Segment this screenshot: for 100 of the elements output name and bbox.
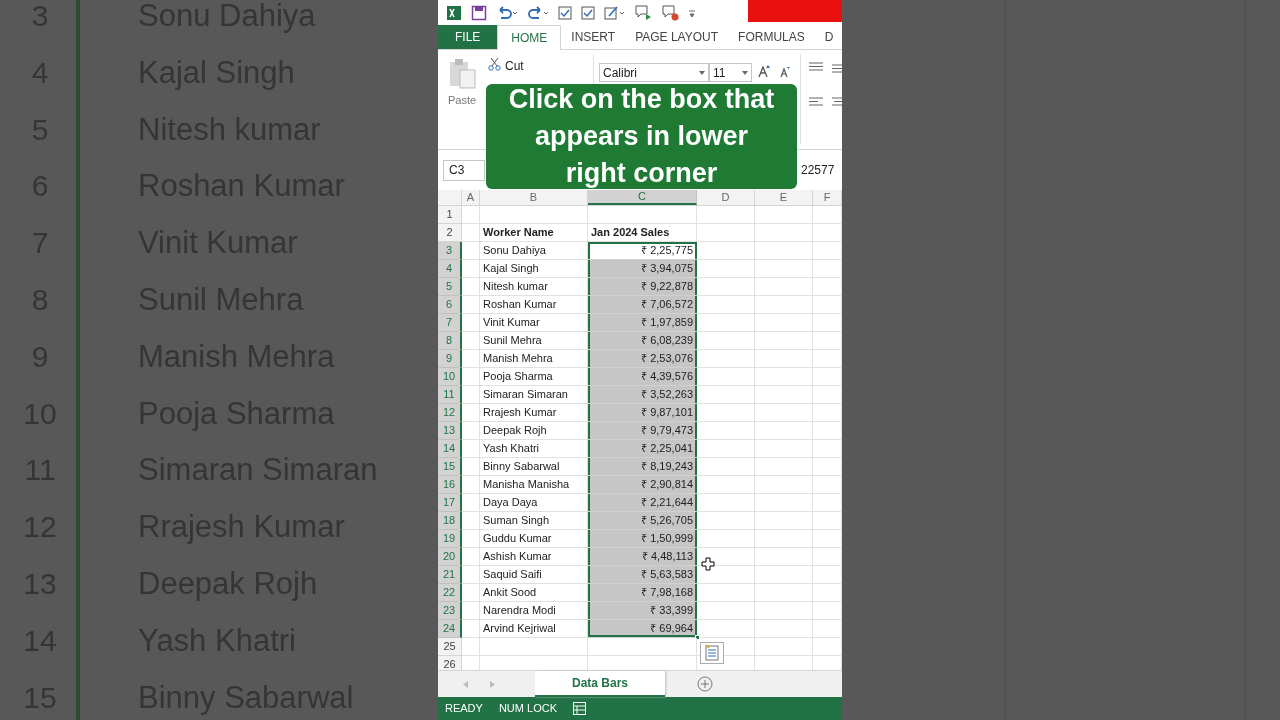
empty-cell xyxy=(813,476,842,494)
row-header[interactable]: 14 xyxy=(438,440,462,458)
ribbon-tab[interactable]: INSERT xyxy=(561,24,626,49)
empty-cell xyxy=(813,512,842,530)
checkbox-icon[interactable] xyxy=(581,5,595,20)
excel-logo-icon[interactable] xyxy=(446,4,462,21)
align-center-icon[interactable] xyxy=(832,97,842,106)
empty-cell xyxy=(755,602,813,620)
form-edit-icon[interactable] xyxy=(604,5,626,20)
row-header[interactable]: 18 xyxy=(438,512,462,530)
scissors-icon[interactable] xyxy=(488,57,501,71)
comment-play-icon[interactable] xyxy=(635,4,653,21)
empty-cell xyxy=(755,548,813,566)
empty-cell xyxy=(813,422,842,440)
fill-handle[interactable] xyxy=(695,635,700,640)
row-header[interactable]: 16 xyxy=(438,476,462,494)
empty-cell xyxy=(813,386,842,404)
column-header[interactable]: F xyxy=(813,190,842,205)
ribbon-tab[interactable]: D xyxy=(814,24,842,49)
add-sheet-icon[interactable] xyxy=(697,676,714,692)
row-header[interactable]: 6 xyxy=(438,296,462,314)
column-header[interactable]: E xyxy=(755,190,813,205)
table-cell: ₹ 1,50,999 xyxy=(588,530,697,548)
align-left-icon[interactable] xyxy=(809,97,823,106)
row-header[interactable]: 19 xyxy=(438,530,462,548)
empty-cell xyxy=(755,422,813,440)
row-header[interactable]: 5 xyxy=(438,278,462,296)
empty-cell xyxy=(755,314,813,332)
row-header[interactable]: 4 xyxy=(438,260,462,278)
empty-cell xyxy=(813,548,842,566)
status-text: NUM LOCK xyxy=(498,701,557,717)
row-header[interactable]: 12 xyxy=(438,404,462,422)
align-middle-icon[interactable] xyxy=(832,64,842,73)
redo-icon[interactable] xyxy=(527,5,549,20)
row-header[interactable]: 15 xyxy=(438,458,462,476)
comment-delete-icon[interactable] xyxy=(662,4,680,21)
empty-cell xyxy=(813,368,842,386)
table-cell: ₹ 8,19,243 xyxy=(588,458,697,476)
empty-cell xyxy=(755,368,813,386)
empty-cell xyxy=(813,638,842,656)
table-cell: ₹ 2,90,814 xyxy=(588,476,697,494)
column-header[interactable]: A xyxy=(462,190,480,205)
shrink-font-icon[interactable] xyxy=(780,66,791,78)
empty-cell xyxy=(755,530,813,548)
column-header[interactable]: D xyxy=(697,190,755,205)
save-icon[interactable] xyxy=(471,4,487,21)
row-header[interactable]: 8 xyxy=(438,332,462,350)
empty-cell xyxy=(813,278,842,296)
dropdown-icon xyxy=(742,70,748,75)
align-top-icon[interactable] xyxy=(809,62,823,71)
empty-cell xyxy=(755,332,813,350)
customize-menu-icon[interactable] xyxy=(689,7,695,18)
column-header[interactable]: C xyxy=(588,190,697,205)
sheet-view-icon[interactable] xyxy=(572,702,586,715)
empty-cell xyxy=(755,512,813,530)
empty-cell xyxy=(697,206,755,224)
row-header[interactable]: 2 xyxy=(438,224,462,242)
empty-cell xyxy=(755,224,813,242)
cut-label[interactable]: Cut xyxy=(505,57,524,75)
table-cell: ₹ 9,22,878 xyxy=(588,278,697,296)
empty-cell xyxy=(813,440,842,458)
table-cell: ₹ 3,94,075 xyxy=(588,260,697,278)
empty-cell xyxy=(755,404,813,422)
empty-cell xyxy=(755,206,813,224)
paste-label[interactable]: Paste xyxy=(448,92,477,109)
ribbon-tab[interactable]: HOME xyxy=(497,25,562,50)
row-header[interactable]: 25 xyxy=(438,638,462,656)
file-tab[interactable]: FILE xyxy=(438,24,498,49)
row-header[interactable]: 20 xyxy=(438,548,462,566)
empty-cell xyxy=(813,530,842,548)
undo-icon[interactable] xyxy=(496,5,518,20)
font-size-field[interactable]: 11 xyxy=(709,63,752,82)
empty-cell xyxy=(813,260,842,278)
empty-cell xyxy=(755,242,813,260)
formula-field[interactable]: 22577 xyxy=(801,159,837,181)
ribbon-tab[interactable]: PAGE LAYOUT xyxy=(625,24,729,49)
sheet-tab[interactable]: Data Bars xyxy=(535,671,666,697)
empty-cell xyxy=(813,494,842,512)
row-header[interactable]: 1 xyxy=(438,206,462,224)
row-header[interactable]: 3 xyxy=(438,242,462,260)
row-header[interactable]: 23 xyxy=(438,602,462,620)
row-header[interactable]: 10 xyxy=(438,368,462,386)
row-header[interactable]: 22 xyxy=(438,584,462,602)
checkbox-icon[interactable] xyxy=(558,5,572,20)
row-header[interactable]: 13 xyxy=(438,422,462,440)
row-header[interactable]: 11 xyxy=(438,386,462,404)
font-name-field[interactable]: Calibri xyxy=(599,63,709,82)
row-header[interactable]: 21 xyxy=(438,566,462,584)
ribbon-tab[interactable]: FORMULAS xyxy=(728,24,815,49)
row-header[interactable]: 9 xyxy=(438,350,462,368)
empty-cell xyxy=(813,602,842,620)
cursor-icon xyxy=(701,557,715,571)
name-box[interactable]: C3 xyxy=(443,159,485,181)
grow-font-icon[interactable] xyxy=(758,64,771,78)
row-header[interactable]: 7 xyxy=(438,314,462,332)
empty-cell xyxy=(813,350,842,368)
row-header[interactable]: 26 xyxy=(438,656,462,670)
row-header[interactable]: 17 xyxy=(438,494,462,512)
status-text: READY xyxy=(445,701,483,717)
row-header[interactable]: 24 xyxy=(438,620,462,638)
